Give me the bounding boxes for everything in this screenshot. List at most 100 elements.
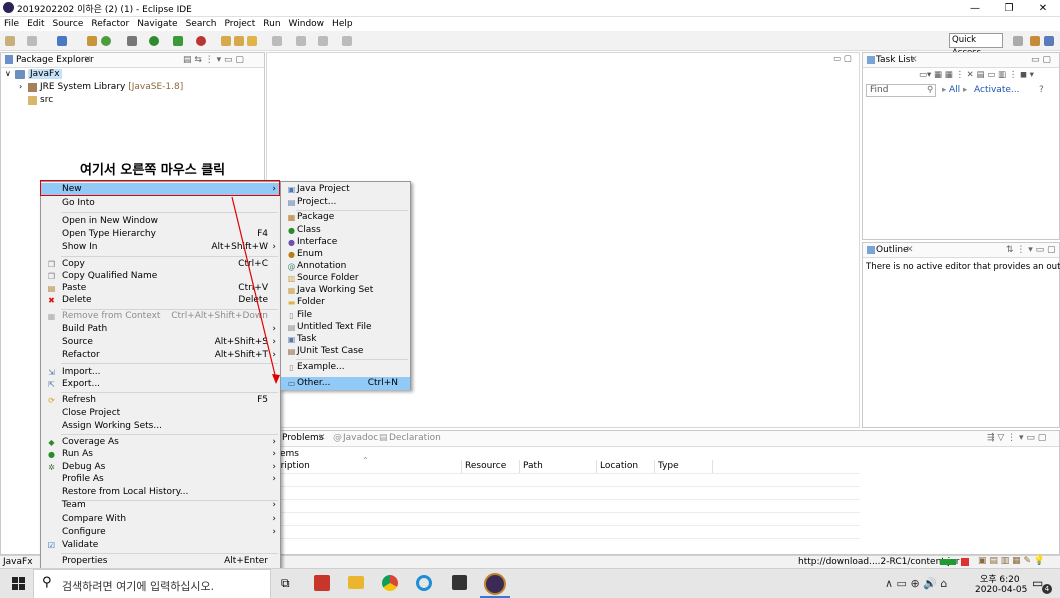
menu-item-properties[interactable]: Properties Alt+Enter [41,555,280,568]
menu-item-go-into[interactable]: Go Into [41,197,280,210]
terminal-icon[interactable] [57,36,67,46]
menu-item-assign-working-sets[interactable]: Assign Working Sets... [41,420,280,433]
menu-run[interactable]: Run [259,17,284,31]
menu-item-open-type-hierarchy[interactable]: Open Type Hierarchy F4 [41,228,280,241]
menu-item-team[interactable]: Team › [41,499,280,512]
cancel-operation-icon[interactable] [961,558,969,566]
help-icon[interactable]: ? [1039,85,1044,95]
menu-file[interactable]: File [0,17,23,31]
annotation-next-icon[interactable] [272,36,282,46]
menu-item-compare-with[interactable]: Compare With › [41,513,280,526]
menu-item-refactor[interactable]: Refactor Alt+Shift+T › [41,349,280,362]
view-menu-icons[interactable]: ⇶ ▽ ⋮ ▾ ▭ ▢ [987,433,1046,443]
close-button[interactable]: ✕ [1026,0,1060,17]
windows-start-icon[interactable] [12,577,25,590]
tray-icons[interactable]: ∧ ▭ ⊕ 🔊 ⌂ [885,577,947,590]
menu-search[interactable]: Search [182,17,221,31]
menu-window[interactable]: Window [285,17,329,31]
submenu-example[interactable]: ▯ Example... [281,361,410,374]
menu-item-delete[interactable]: ✖ Delete Delete [41,294,280,307]
menu-item-profile-as[interactable]: Profile As › [41,473,280,486]
find-input[interactable]: Find [866,84,936,97]
all-link[interactable]: All [949,85,960,95]
menu-item-open-new-window[interactable]: Open in New Window [41,215,280,228]
menu-item-build-path[interactable]: Build Path › [41,323,280,336]
activate-link[interactable]: Activate... [974,85,1019,95]
editor-minmax-icons[interactable]: ▭ ▢ [833,54,852,64]
submenu-folder[interactable]: ▬ Folder [281,296,410,309]
close-tab-icon[interactable]: ✕ [910,55,918,65]
java-ee-perspective-icon[interactable] [1030,36,1040,46]
eclipse-taskbar-icon[interactable] [484,573,506,595]
column-location[interactable]: Location [597,460,655,473]
close-tab-icon[interactable]: ✕ [318,433,326,443]
tree-item-src[interactable]: src [40,95,53,105]
app-icon-1[interactable] [314,575,330,591]
outline-tab[interactable]: Outline ✕ ⇅ ⋮ ▾ ▭ ▢ [863,243,1059,258]
menu-item-show-in[interactable]: Show In Alt+Shift+W › [41,241,280,254]
status-tray-icons[interactable]: ▣ ▤ ▥ ▦ ✎ 💡 [978,556,1045,566]
chevron-right-icon[interactable]: › [19,82,22,91]
minimize-button[interactable]: — [958,0,992,17]
submenu-java-project[interactable]: ▣ Java Project [281,183,410,196]
run-icon[interactable] [149,36,159,46]
menu-project[interactable]: Project [220,17,259,31]
column-resource[interactable]: Resource [462,460,520,473]
submenu-package[interactable]: ▦ Package [281,211,410,224]
forward-icon[interactable] [342,36,352,46]
tab-declaration[interactable]: Declaration [389,433,441,443]
package-explorer-tab[interactable]: Package Explorer ✕ ▤ ⇆ ⋮ ▾ ▭ ▢ [1,53,264,68]
menu-source[interactable]: Source [49,17,88,31]
search-icon[interactable] [247,36,257,46]
submenu-junit-test-case[interactable]: ▤ JUnit Test Case [281,345,410,358]
close-tab-icon[interactable]: ✕ [84,55,92,65]
java-perspective-icon[interactable] [1044,36,1054,46]
tree-item-jre[interactable]: JRE System Library [JavaSE-1.8] [40,82,183,92]
open-type-icon[interactable] [234,36,244,46]
file-explorer-icon[interactable] [348,576,364,589]
build-icon[interactable] [87,36,97,46]
view-menu-icons[interactable]: ▤ ⇆ ⋮ ▾ ▭ ▢ [183,55,244,65]
menu-refactor[interactable]: Refactor [87,17,133,31]
menu-item-validate[interactable]: ☑ Validate [41,539,280,552]
view-minmax-icons[interactable]: ▭ ▢ [1031,55,1051,65]
external-tools-icon[interactable] [196,36,206,46]
coverage-icon[interactable] [173,36,183,46]
menu-item-refresh[interactable]: ⟳ Refresh F5 [41,394,280,407]
menu-item-export[interactable]: ⇱ Export... [41,378,280,391]
taskbar-search-box[interactable]: ⚲ 검색하려면 여기에 입력하십시오. [33,569,271,598]
menu-edit[interactable]: Edit [23,17,48,31]
menu-navigate[interactable]: Navigate [133,17,181,31]
task-view-icon[interactable]: ⧉ [281,576,290,591]
menu-item-close-project[interactable]: Close Project [41,407,280,420]
submenu-other[interactable]: ▭ Other... Ctrl+N [281,377,410,390]
internet-explorer-icon[interactable] [416,575,432,591]
maximize-button[interactable]: ❐ [992,0,1026,17]
skip-icon[interactable] [127,36,137,46]
open-perspective-icon[interactable] [1013,36,1023,46]
chevron-down-icon[interactable]: ∨ [5,69,11,78]
taskbar-time[interactable]: 오후 6:20 [980,572,1020,585]
submenu-project[interactable]: ▤ Project... [281,196,410,209]
chrome-icon[interactable] [382,575,398,591]
menu-item-run-as[interactable]: ● Run As › [41,448,280,461]
taskbar-date[interactable]: 2020-04-05 [975,585,1027,595]
save-icon[interactable] [27,36,37,46]
close-tab-icon[interactable]: ✕ [906,245,914,255]
debug-icon[interactable] [101,36,111,46]
menu-item-restore-local-history[interactable]: Restore from Local History... [41,486,280,499]
tree-item-javafx[interactable]: JavaFx [28,69,62,79]
task-toolbar-icons[interactable]: ▭▾ ▦ ▦ ⋮ ✕ ▤ ▭ ▥ ⋮ ◼ ▾ [919,70,1034,80]
menu-help[interactable]: Help [328,17,357,31]
annotation-prev-icon[interactable] [296,36,306,46]
tab-javadoc[interactable]: Javadoc [343,433,378,443]
new-java-project-icon[interactable] [221,36,231,46]
column-path[interactable]: Path [520,460,597,473]
app-icon-2[interactable] [452,575,467,590]
menu-item-source[interactable]: Source Alt+Shift+S › [41,336,280,349]
menu-item-configure[interactable]: Configure › [41,526,280,539]
back-icon[interactable] [318,36,328,46]
task-list-tab[interactable]: Task List ✕ ▭ ▢ [863,53,1059,68]
quick-access-input[interactable]: Quick Access [949,33,1003,58]
view-menu-icons[interactable]: ⇅ ⋮ ▾ ▭ ▢ [1006,245,1056,255]
